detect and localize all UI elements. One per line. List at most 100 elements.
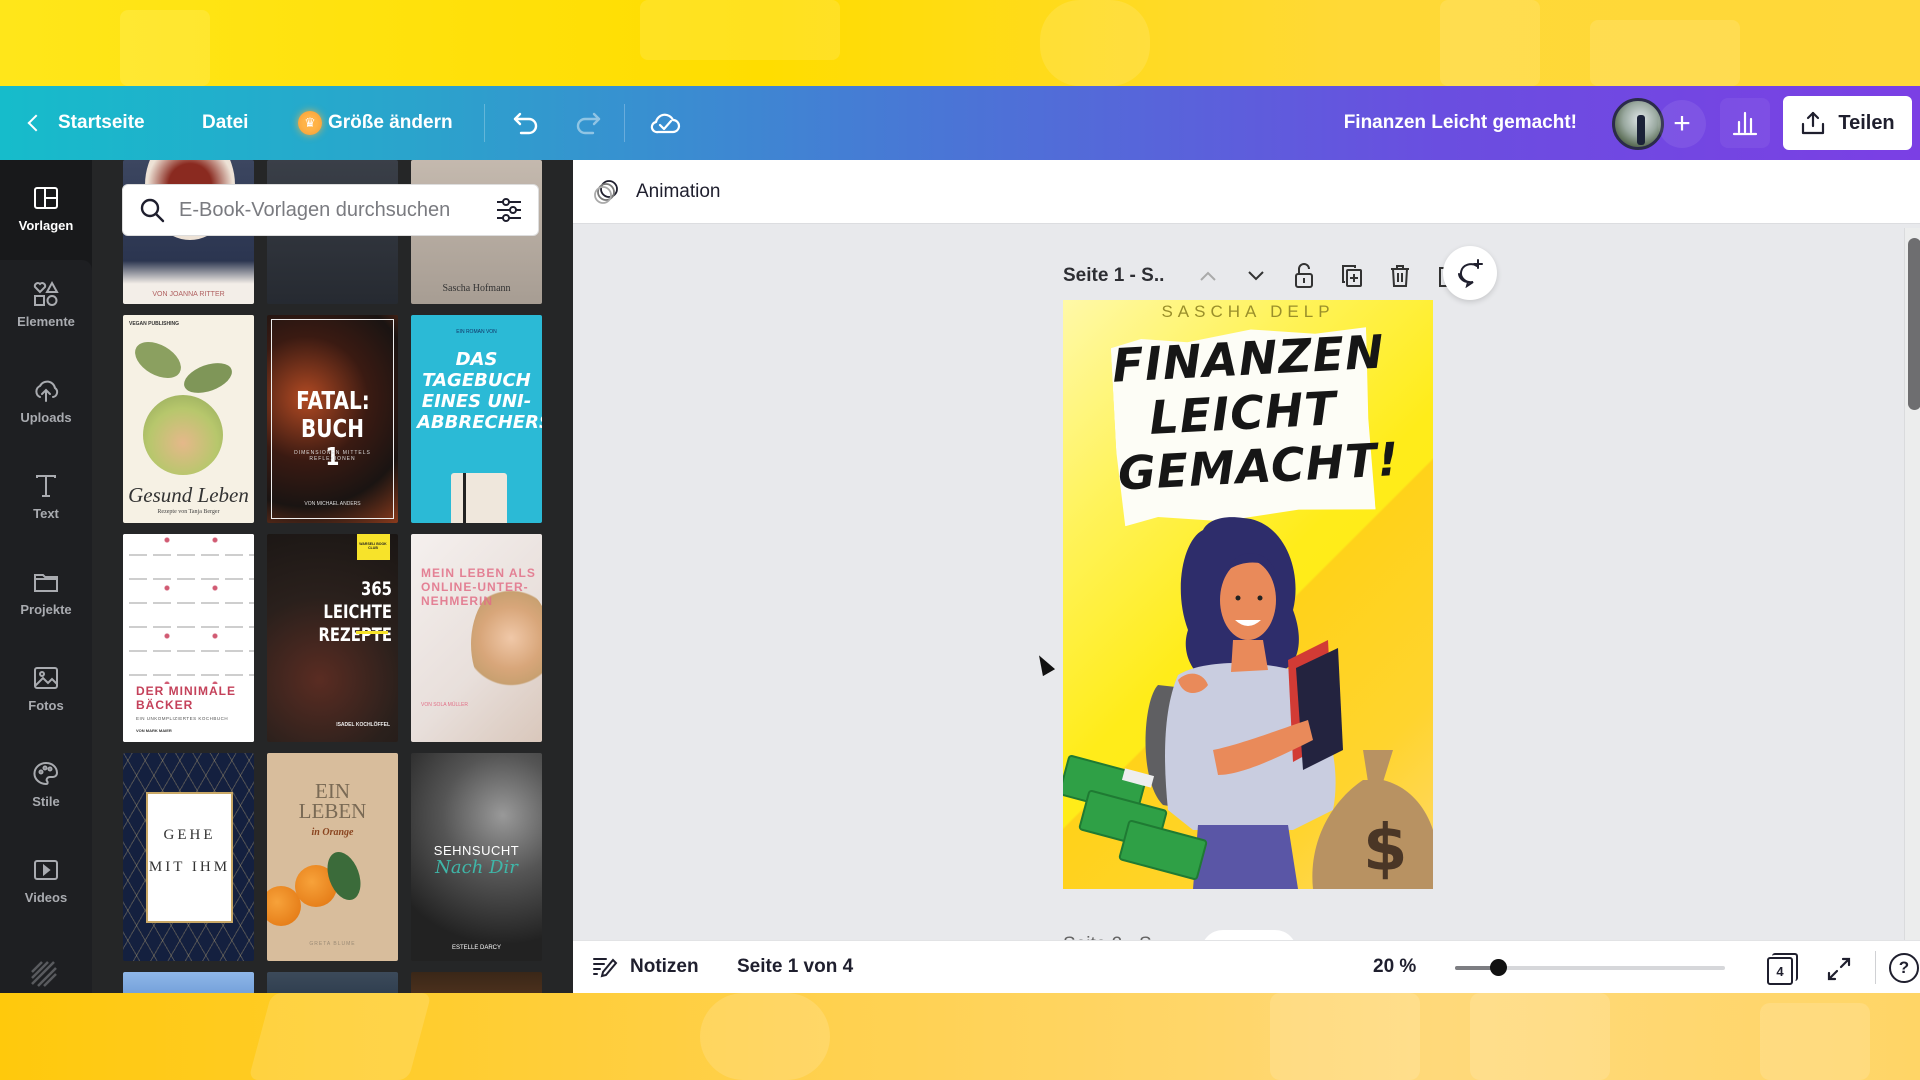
add-collaborator-button[interactable]: + [1658,100,1706,148]
template-card[interactable]: SEHNSUCHT Nach Dir ESTELLE DARCY [411,753,542,961]
home-button[interactable]: Startseite [22,86,145,160]
sidebar-item-videos[interactable]: Videos [0,832,92,928]
background-top [0,0,1920,86]
move-page-down-button[interactable] [1232,258,1280,294]
template-card[interactable]: GEHE MIT IHM [123,753,254,961]
page-indicator: Seite 1 von 4 [737,956,854,977]
divider [484,104,485,142]
sidebar-item-uploads[interactable]: Uploads [0,352,92,448]
template-card[interactable]: MEIN LEBEN ALS ONLINE-UNTER-NEHMERIN VON… [411,534,542,742]
upload-icon [1802,111,1825,135]
sidebar-item-label: Elemente [17,313,75,329]
template-card[interactable]: FATAL: BUCH 1 DIMENSIONEN MITTELS REFLEX… [267,315,398,523]
page-title[interactable]: Seite 1 - S.. [1063,265,1164,287]
template-card[interactable]: WARSELI BOOK CLUB 365 LEICHTE REZEPTE IS… [267,534,398,742]
footer-bar: Notizen Seite 1 von 4 20 % 4 ? [573,940,1920,993]
page-grid-button[interactable]: 4 [1767,953,1799,985]
sidebar-item-projects[interactable]: Projekte [0,544,92,640]
top-toolbar: Startseite Datei ♛ Größe ändern Finanzen… [0,86,1920,160]
shapes-icon [33,280,59,306]
sidebar-item-label: Uploads [20,409,72,425]
share-label: Teilen [1838,111,1895,134]
duplicate-icon [1342,265,1363,287]
scrollbar-thumb[interactable] [1908,238,1920,410]
plus-icon: + [1673,107,1691,140]
sidebar-item-label: Stile [32,793,60,809]
redo-button[interactable] [566,86,610,160]
animation-button[interactable]: Animation [636,181,721,203]
palette-icon [33,761,59,785]
cover-title[interactable]: FINANZEN LEICHT GEMACHT! [1111,325,1401,501]
fullscreen-button[interactable] [1823,953,1855,985]
chevron-left-icon [27,114,45,132]
sidebar-item-styles[interactable]: Stile [0,736,92,832]
chevron-down-icon [1248,271,1265,281]
help-icon: ? [1898,958,1910,977]
template-card[interactable]: VEGAN PUBLISHING Gesund Leben Rezepte vo… [123,315,254,523]
sidebar-item-label: Text [33,505,59,521]
template-card[interactable] [123,972,254,993]
left-rail: Vorlagen Elemente Uploads Text Projekte … [0,160,92,993]
context-toolbar: Animation [573,160,1920,224]
pages-icon: 4 [1767,957,1793,985]
lock-page-button[interactable] [1280,258,1328,294]
lock-icon [1295,263,1314,288]
undo-icon [513,112,538,135]
cover-author[interactable]: SASCHA DELP [1063,302,1433,322]
add-comment-icon [1458,259,1483,288]
notes-label: Notizen [630,956,699,977]
delete-page-button[interactable] [1376,258,1424,294]
expand-icon [1827,957,1851,981]
resize-button[interactable]: ♛ Größe ändern [298,86,453,160]
move-page-up-button[interactable] [1184,258,1232,294]
file-menu-label: Datei [202,112,249,133]
template-card[interactable]: EIN ROMAN VON DAS TAGEBUCH EINES UNI-ABB… [411,315,542,523]
template-card[interactable] [267,972,398,993]
template-card[interactable]: DER MINIMALE BÄCKER EIN UNKOMPLIZIERTES … [123,534,254,742]
more-apps-icon[interactable] [30,960,58,988]
design-page-1[interactable]: SASCHA DELP FINANZEN LEICHT GEMACHT! $ [1063,300,1433,889]
sidebar-item-label: Fotos [28,697,64,713]
svg-text:$: $ [1363,812,1408,886]
home-label: Startseite [58,112,145,133]
add-comment-button[interactable] [1443,246,1497,300]
zoom-percentage[interactable]: 20 % [1373,956,1416,978]
filter-icon[interactable] [496,198,522,222]
page-1-toolbar: Seite 1 - S.. [1063,258,1472,294]
duplicate-page-button[interactable] [1328,258,1376,294]
canvas-scrollbar[interactable] [1904,228,1920,993]
help-button[interactable]: ? [1889,953,1919,983]
crown-icon: ♛ [298,111,322,135]
template-card[interactable] [411,972,542,993]
cloud-upload-icon [35,380,59,402]
zoom-slider-handle[interactable] [1490,959,1508,976]
save-status-button[interactable] [643,86,687,160]
undo-button[interactable] [504,86,548,160]
sidebar-item-text[interactable]: Text [0,448,92,544]
avatar[interactable] [1612,98,1664,150]
chevron-up-icon [1200,271,1217,281]
student-illustration[interactable]: $ [1063,500,1433,889]
search-icon [140,198,165,223]
insights-button[interactable] [1720,98,1770,148]
sidebar-item-label: Videos [24,889,68,905]
animation-icon [594,179,618,204]
resize-label: Größe ändern [328,112,453,133]
sidebar-item-templates[interactable]: Vorlagen [0,160,92,256]
image-icon [34,666,58,689]
notes-button[interactable]: Notizen [592,955,699,979]
design-title[interactable]: Finanzen Leicht gemacht! [1344,86,1577,160]
text-icon [36,474,56,497]
search-input[interactable] [179,198,482,222]
zoom-slider[interactable] [1455,959,1725,976]
sidebar-item-elements[interactable]: Elemente [0,256,92,352]
templates-icon [34,186,58,209]
sidebar-item-label: Vorlagen [18,217,74,233]
divider [624,104,625,142]
template-card[interactable]: EIN LEBEN in Orange GRETA BLUME [267,753,398,961]
cloud-check-icon [650,113,681,134]
share-button[interactable]: Teilen [1783,96,1912,150]
sidebar-item-photos[interactable]: Fotos [0,640,92,736]
file-menu-button[interactable]: Datei [202,86,248,160]
notes-icon [593,958,618,978]
